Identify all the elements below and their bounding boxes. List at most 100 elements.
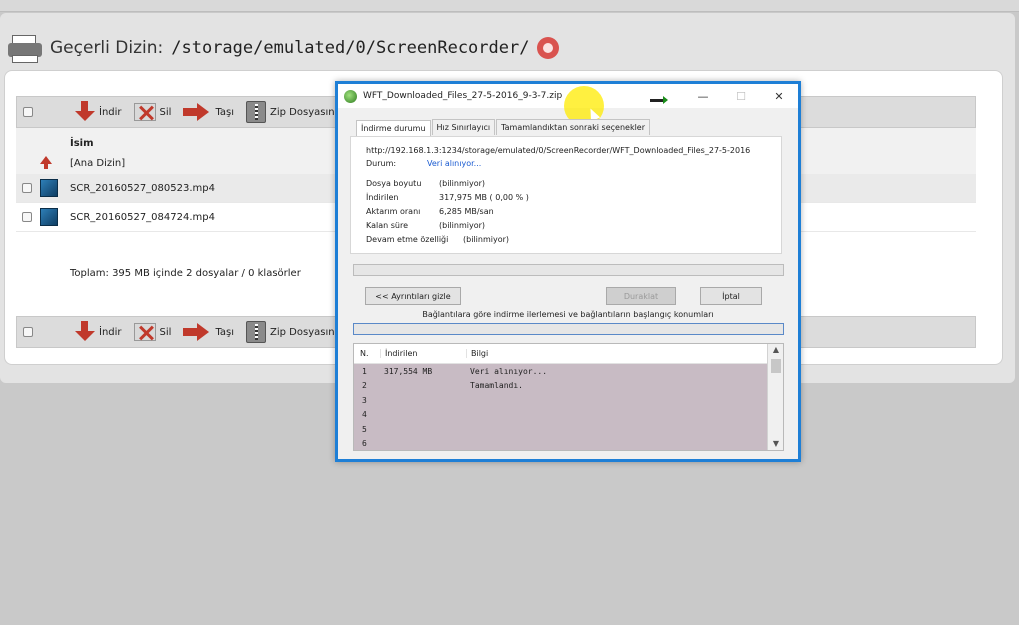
- file-size-value: (bilinmiyor): [439, 179, 485, 188]
- list-item[interactable]: 5: [354, 422, 768, 437]
- time-left-label: Kalan süre: [366, 221, 409, 230]
- download-url: http://192.168.1.3:1234/storage/emulated…: [366, 146, 751, 155]
- pause-button[interactable]: Duraklat: [606, 287, 676, 305]
- download-arrow-icon: [73, 321, 95, 343]
- hide-details-button[interactable]: << Ayrıntıları gizle: [365, 287, 461, 305]
- status-label: Durum:: [366, 159, 397, 168]
- dialog-tabs: İndirme durumu Hız Sınırlayıcı Tamamland…: [356, 119, 651, 136]
- download-button[interactable]: İndir: [73, 101, 122, 123]
- maximize-button[interactable]: ☐: [722, 84, 760, 108]
- tab-speed-limiter[interactable]: Hız Sınırlayıcı: [431, 119, 496, 135]
- current-directory-header: Geçerli Dizin: /storage/emulated/0/Scree…: [8, 30, 560, 66]
- row-number: 2: [362, 381, 367, 391]
- refresh-icon[interactable]: [537, 37, 560, 59]
- connections-progress-bar: [353, 323, 784, 335]
- green-arrow-icon: [650, 96, 668, 104]
- time-left-value: (bilinmiyor): [439, 221, 485, 230]
- file-name[interactable]: SCR_20160527_084724.mp4: [70, 212, 215, 223]
- zip-label: Zip Dosyasın: [270, 106, 335, 118]
- resume-capability-value: (bilinmiyor): [463, 235, 509, 244]
- row-number: 5: [362, 424, 367, 434]
- dialog-titlebar[interactable]: WFT_Downloaded_Files_27-5-2016_9-3-7.zip…: [338, 84, 798, 126]
- parent-dir-link[interactable]: [Ana Dizin]: [70, 158, 125, 169]
- scroll-thumb[interactable]: [771, 359, 781, 373]
- list-item[interactable]: 6: [354, 437, 768, 451]
- download-label: İndir: [99, 106, 122, 118]
- connections-list: N. İndirilen Bilgi 1 317,554 MB Veri alını…: [353, 343, 784, 451]
- printer-icon: [8, 33, 42, 63]
- video-file-icon: [40, 179, 58, 197]
- list-item[interactable]: 4: [354, 408, 768, 423]
- connections-list-body: 1 317,554 MB Veri alınıyor... 2 Tamamlandı.…: [354, 364, 768, 451]
- downloaded-label: İndirilen: [366, 193, 399, 202]
- video-file-icon: [40, 208, 58, 226]
- download-button-bottom[interactable]: İndir: [73, 321, 122, 343]
- transfer-rate-value: 6,285 MB/san: [439, 207, 494, 216]
- row-number: 3: [362, 395, 367, 405]
- zip-archive-icon: [246, 101, 267, 123]
- delete-label: Sil: [159, 106, 172, 118]
- top-strip: [0, 0, 1019, 12]
- row-info: Tamamlandı.: [470, 381, 523, 391]
- row-number: 6: [362, 439, 367, 449]
- window-controls: — ☐ ✕: [684, 84, 798, 108]
- file-size-label: Dosya boyutu: [366, 179, 422, 188]
- move-label: Taşı: [215, 326, 235, 338]
- col-info[interactable]: Bilgi: [466, 349, 488, 358]
- dialog-title: WFT_Downloaded_Files_27-5-2016_9-3-7.zip: [363, 91, 563, 101]
- download-manager-icon: [344, 89, 357, 103]
- col-number[interactable]: N.: [354, 349, 380, 358]
- connections-caption: Bağlantılara göre indirme ilerlemesi ve …: [422, 310, 714, 319]
- zip-button[interactable]: Zip Dosyasın: [246, 101, 335, 123]
- move-label: Taşı: [215, 106, 235, 118]
- download-label: İndir: [99, 326, 122, 338]
- delete-label: Sil: [159, 326, 172, 338]
- zip-archive-icon: [246, 321, 267, 343]
- cancel-button[interactable]: İptal: [700, 287, 762, 305]
- row-number: 1: [362, 366, 367, 376]
- list-item[interactable]: 3: [354, 393, 768, 408]
- file-checkbox[interactable]: [22, 212, 32, 222]
- download-progress-bar: [353, 264, 784, 276]
- delete-button[interactable]: Sil: [133, 103, 172, 121]
- minimize-button[interactable]: —: [684, 84, 722, 108]
- file-checkbox[interactable]: [22, 183, 32, 193]
- parent-dir-up-icon[interactable]: [40, 156, 52, 169]
- row-downloaded: 317,554 MB: [384, 366, 433, 376]
- move-button-bottom[interactable]: Taşı: [183, 323, 234, 341]
- file-name[interactable]: SCR_20160527_080523.mp4: [70, 183, 215, 194]
- column-name-header[interactable]: İsim: [70, 138, 94, 149]
- move-arrow-icon: [183, 323, 211, 341]
- connections-list-header: N. İndirilen Bilgi: [354, 344, 783, 364]
- download-status-panel: http://192.168.1.3:1234/storage/emulated…: [350, 136, 782, 254]
- list-item[interactable]: 2 Tamamlandı.: [354, 379, 768, 394]
- col-downloaded[interactable]: İndirilen: [380, 349, 466, 358]
- move-button[interactable]: Taşı: [183, 103, 234, 121]
- zip-button-bottom[interactable]: Zip Dosyasın: [246, 321, 335, 343]
- download-dialog: WFT_Downloaded_Files_27-5-2016_9-3-7.zip…: [335, 81, 801, 462]
- zip-label: Zip Dosyasın: [270, 326, 335, 338]
- delete-button-bottom[interactable]: Sil: [133, 323, 172, 341]
- transfer-rate-label: Aktarım oranı: [366, 207, 421, 216]
- close-button[interactable]: ✕: [760, 84, 798, 108]
- scroll-up-icon[interactable]: ▲: [768, 345, 783, 357]
- download-arrow-icon: [73, 101, 95, 123]
- tab-download-status[interactable]: İndirme durumu: [356, 120, 431, 136]
- current-dir-path: /storage/emulated/0/ScreenRecorder/: [171, 38, 530, 58]
- select-all-checkbox[interactable]: [23, 107, 33, 117]
- delete-x-icon: [133, 323, 156, 341]
- downloaded-value: 317,975 MB ( 0,00 % ): [439, 193, 529, 202]
- list-scrollbar[interactable]: ▲ ▼: [767, 344, 783, 450]
- status-value: Veri alınıyor...: [427, 159, 482, 168]
- tab-completion-options[interactable]: Tamamlandıktan sonraki seçenekler: [496, 119, 651, 135]
- row-info: Veri alınıyor...: [470, 366, 548, 376]
- current-dir-label: Geçerli Dizin:: [50, 38, 164, 58]
- select-all-checkbox-bottom[interactable]: [23, 327, 33, 337]
- folder-summary: Toplam: 395 MB içinde 2 dosyalar / 0 kla…: [70, 268, 301, 279]
- scroll-down-icon[interactable]: ▼: [768, 439, 783, 450]
- move-arrow-icon: [183, 103, 211, 121]
- delete-x-icon: [133, 103, 156, 121]
- row-number: 4: [362, 410, 367, 420]
- list-item[interactable]: 1 317,554 MB Veri alınıyor...: [354, 364, 768, 379]
- resume-capability-label: Devam etme özelliği: [366, 235, 449, 244]
